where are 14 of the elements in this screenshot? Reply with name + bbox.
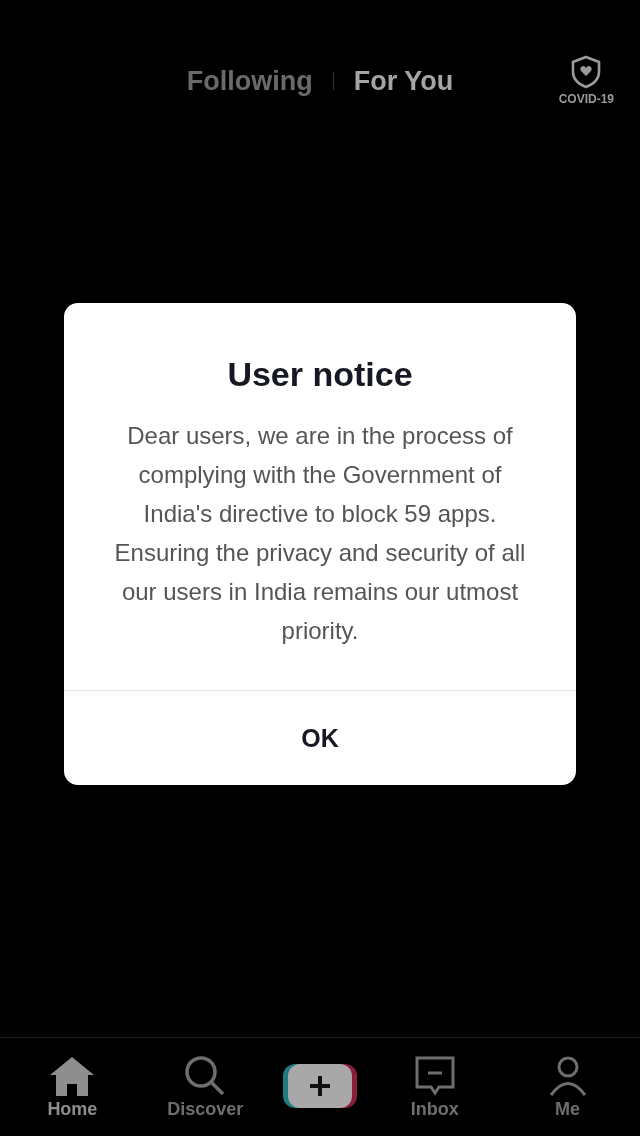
dialog-message: Dear users, we are in the process of complying with the Government of India's directive to block 59 apps. Ensuring the privacy and security of all our users in India remains our utmost priority. xyxy=(113,421,527,646)
shield-heart-icon xyxy=(571,55,602,89)
nav-tab[interactable]: Inbox xyxy=(379,1054,490,1120)
covid-label: COVID-19 xyxy=(558,92,614,106)
feed-tab[interactable]: Following xyxy=(186,65,313,97)
nav-tab[interactable]: Home xyxy=(17,1054,128,1120)
nav-tab[interactable]: Me xyxy=(512,1054,623,1120)
feed-tab[interactable]: For You xyxy=(353,65,454,97)
dialog-title: User notice xyxy=(227,355,413,394)
person-icon xyxy=(547,1054,588,1097)
ok-button[interactable]: OK xyxy=(64,690,576,785)
covid-button[interactable]: COVID-19 xyxy=(558,55,614,106)
nav-tab[interactable]: Discover xyxy=(150,1054,261,1120)
message-icon xyxy=(413,1054,456,1097)
